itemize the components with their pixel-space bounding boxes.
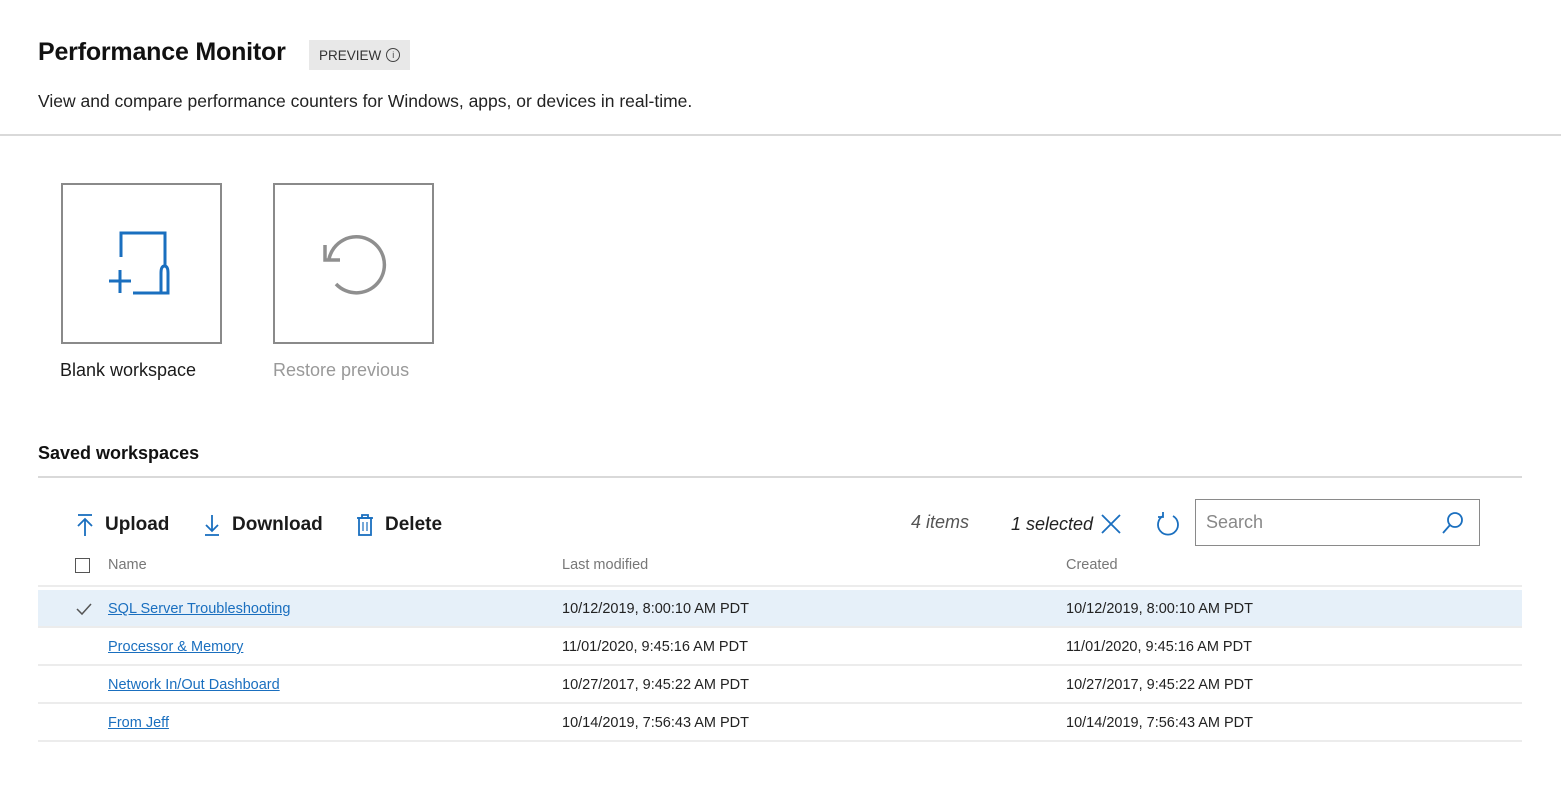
table-row[interactable]: Network In/Out Dashboard 10/27/2017, 9:4… [38, 666, 1522, 704]
column-header-created[interactable]: Created [1066, 557, 1118, 573]
selection-status: 1 selected [1011, 512, 1123, 536]
row-checkmark-icon[interactable] [74, 590, 94, 628]
last-modified-cell: 10/12/2019, 8:00:10 AM PDT [562, 601, 750, 617]
created-cell: 11/01/2020, 9:45:16 AM PDT [1066, 639, 1252, 655]
page-subtitle: View and compare performance counters fo… [38, 91, 693, 111]
delete-button[interactable]: Delete [355, 510, 442, 540]
workspace-link[interactable]: From Jeff [108, 704, 169, 742]
download-icon [205, 515, 219, 536]
clear-selection-icon[interactable] [1099, 512, 1123, 536]
delete-label: Delete [385, 514, 443, 535]
workspace-link[interactable]: Processor & Memory [108, 628, 243, 666]
refresh-icon [1157, 512, 1179, 536]
search-box[interactable] [1195, 499, 1480, 546]
blank-workspace-button[interactable] [61, 183, 222, 344]
created-cell: 10/27/2017, 9:45:22 AM PDT [1066, 677, 1254, 693]
section-divider [38, 476, 1522, 478]
column-header-name[interactable]: Name [108, 557, 147, 573]
trash-icon [357, 514, 373, 536]
workspace-link[interactable]: SQL Server Troubleshooting [108, 590, 290, 628]
download-button[interactable]: Download [202, 510, 323, 540]
created-cell: 10/12/2019, 8:00:10 AM PDT [1066, 601, 1254, 617]
last-modified-cell: 10/14/2019, 7:56:43 AM PDT [562, 715, 750, 731]
download-label: Download [232, 514, 323, 535]
refresh-button[interactable] [1155, 511, 1181, 542]
upload-icon [77, 514, 93, 536]
saved-workspaces-heading: Saved workspaces [38, 443, 200, 463]
preview-badge[interactable]: PREVIEW i [309, 40, 411, 70]
table-row[interactable]: From Jeff 10/14/2019, 7:56:43 AM PDT 10/… [38, 704, 1522, 742]
restore-previous-label: Restore previous [273, 360, 410, 380]
table-row[interactable]: SQL Server Troubleshooting 10/12/2019, 8… [38, 590, 1522, 628]
last-modified-cell: 10/27/2017, 9:45:22 AM PDT [562, 677, 750, 693]
info-icon: i [386, 48, 401, 62]
table-header-divider [38, 585, 1522, 587]
last-modified-cell: 11/01/2020, 9:45:16 AM PDT [562, 639, 748, 655]
selected-count: 1 selected [1011, 513, 1094, 534]
search-icon[interactable] [1441, 511, 1465, 535]
select-all-checkbox[interactable] [75, 558, 90, 573]
workspace-link[interactable]: Network In/Out Dashboard [108, 666, 280, 704]
blank-workspace-label: Blank workspace [60, 360, 197, 380]
column-header-last-modified[interactable]: Last modified [562, 557, 648, 573]
restore-previous-button[interactable] [273, 183, 434, 344]
search-input[interactable] [1196, 511, 1441, 534]
header-divider [0, 134, 1561, 136]
table-row[interactable]: Processor & Memory 11/01/2020, 9:45:16 A… [38, 628, 1522, 666]
restore-icon [322, 234, 386, 295]
item-count: 4 items [911, 512, 970, 532]
preview-badge-label: PREVIEW [319, 47, 382, 63]
upload-label: Upload [105, 514, 170, 535]
blank-workspace-icon [108, 231, 169, 294]
upload-button[interactable]: Upload [75, 510, 169, 540]
page-title: Performance Monitor [38, 38, 286, 66]
created-cell: 10/14/2019, 7:56:43 AM PDT [1066, 715, 1254, 731]
